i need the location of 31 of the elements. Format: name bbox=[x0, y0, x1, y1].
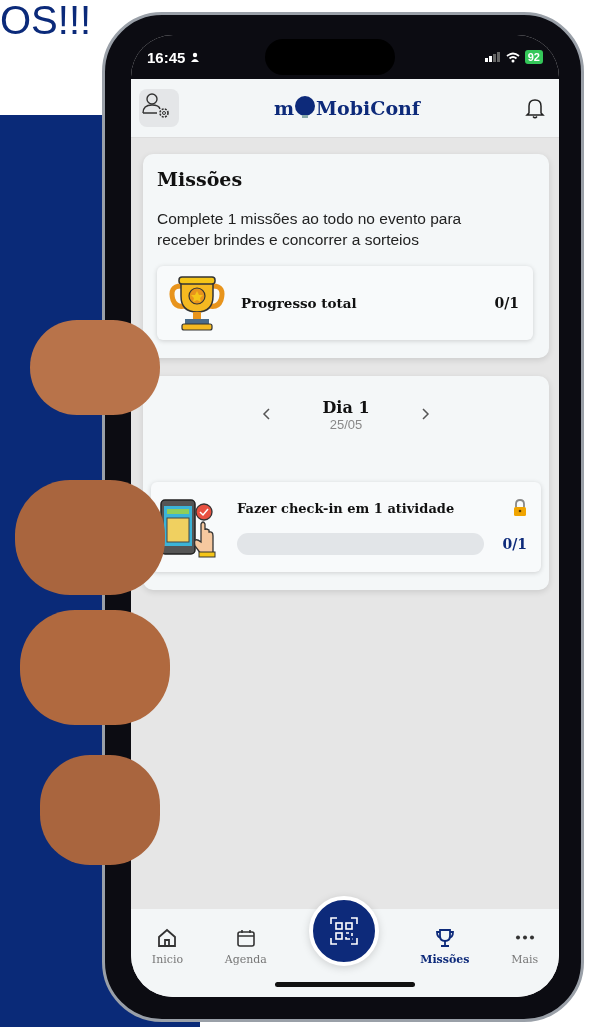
app-logo: m MobiConf bbox=[273, 96, 421, 120]
chevron-right-icon bbox=[419, 406, 430, 421]
profile-settings-button[interactable] bbox=[139, 89, 179, 127]
mission-title: Fazer check-in em 1 atividade bbox=[237, 500, 455, 516]
notification-bell-icon[interactable] bbox=[525, 97, 545, 119]
phone-tap-icon bbox=[157, 496, 219, 558]
day-label: Dia 1 bbox=[322, 398, 370, 417]
nav-tab[interactable]: Missões bbox=[420, 926, 470, 966]
more-icon bbox=[514, 934, 535, 940]
mission-progress-count: 0/1 bbox=[502, 536, 527, 552]
person-icon bbox=[190, 52, 201, 62]
day-date: 25/05 bbox=[329, 417, 363, 432]
mission-card[interactable]: Fazer check-in em 1 atividade 0/1 bbox=[151, 482, 541, 572]
nav-tab[interactable]: Mais bbox=[511, 926, 539, 966]
nav-tab[interactable]: Agenda bbox=[224, 926, 267, 966]
chevron-left-icon bbox=[262, 406, 273, 421]
progress-label: Progresso total bbox=[241, 295, 358, 311]
trophy-icon bbox=[433, 926, 456, 949]
card-description: Complete 1 missões ao todo no evento para receber brindes e concorrer a sorteios bbox=[157, 209, 463, 250]
card-title: Missões bbox=[157, 168, 244, 190]
nav-tab[interactable]: Inicio bbox=[151, 926, 184, 966]
wifi-icon bbox=[505, 51, 520, 63]
battery-indicator: 92 bbox=[524, 50, 543, 64]
headline: OS!!! bbox=[0, 0, 92, 43]
status-time: 16:45 bbox=[147, 48, 186, 66]
trophy-icon bbox=[167, 274, 227, 332]
qr-code-scan-button[interactable] bbox=[308, 896, 379, 966]
qr-code-icon bbox=[328, 916, 359, 946]
home-icon bbox=[156, 926, 179, 949]
progress-count: 0/1 bbox=[494, 295, 519, 311]
signal-icon bbox=[484, 52, 501, 62]
